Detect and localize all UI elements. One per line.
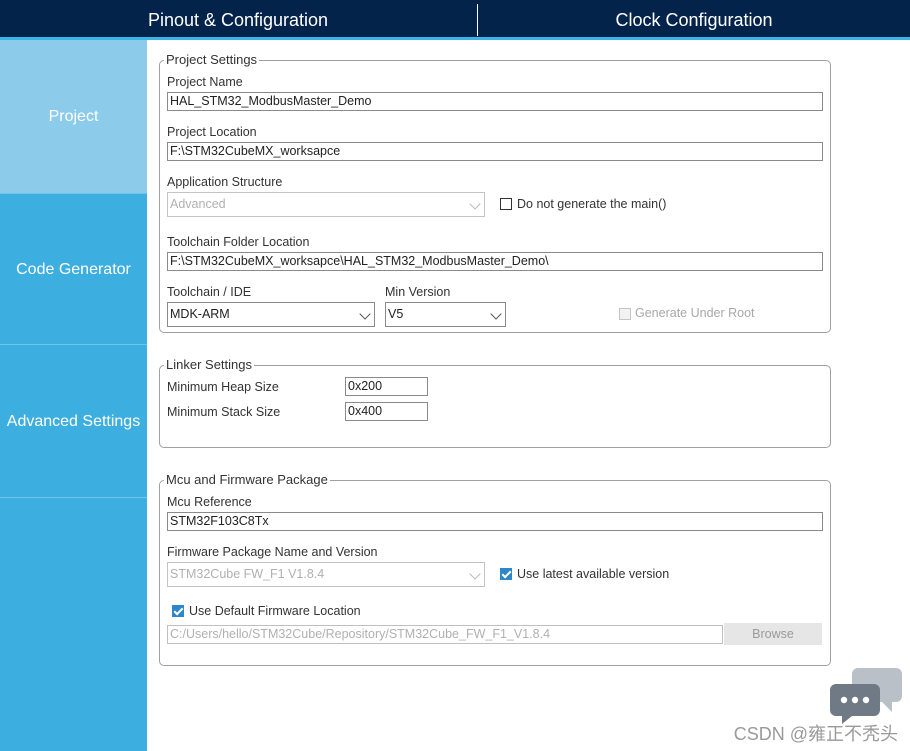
browse-button[interactable]: Browse: [724, 623, 822, 645]
use-latest-version-label: Use latest available version: [517, 567, 670, 581]
project-settings-group: Project Settings Project Name HAL_STM32_…: [159, 52, 831, 333]
chevron-down-icon: [359, 308, 371, 320]
tab-pinout-configuration[interactable]: Pinout & Configuration: [0, 4, 476, 36]
mcu-reference-label: Mcu Reference: [167, 495, 252, 509]
firmware-package-select[interactable]: STM32Cube FW_F1 V1.8.4: [167, 562, 485, 587]
project-location-label: Project Location: [167, 125, 257, 139]
group-legend: Linker Settings: [164, 357, 254, 372]
sidebar: Project Code Generator Advanced Settings: [0, 40, 147, 751]
top-tab-bar: Pinout & Configuration Clock Configurati…: [0, 0, 910, 40]
sidebar-item-code-generator[interactable]: Code Generator: [0, 194, 147, 345]
group-legend: Project Settings: [164, 52, 260, 67]
project-name-input[interactable]: HAL_STM32_ModbusMaster_Demo: [167, 92, 823, 111]
application-structure-select[interactable]: Advanced: [167, 192, 485, 217]
generate-under-root-checkbox[interactable]: [619, 308, 631, 320]
csdn-watermark: CSDN @雍正不秃头: [733, 724, 898, 744]
heap-size-label: Minimum Heap Size: [167, 380, 279, 394]
project-name-label: Project Name: [167, 75, 243, 89]
chevron-down-icon: [469, 568, 481, 580]
linker-settings-group: Linker Settings Minimum Heap Size 0x200 …: [159, 357, 831, 448]
sidebar-item-advanced-settings[interactable]: Advanced Settings: [0, 345, 147, 498]
application-structure-label: Application Structure: [167, 175, 283, 189]
chevron-down-icon: [469, 198, 481, 210]
mcu-firmware-group: Mcu and Firmware Package Mcu Reference S…: [159, 472, 831, 666]
toolchain-ide-value: MDK-ARM: [170, 307, 230, 321]
heap-size-input[interactable]: 0x200: [345, 377, 428, 396]
firmware-package-value: STM32Cube FW_F1 V1.8.4: [170, 567, 325, 581]
use-default-firmware-location-label: Use Default Firmware Location: [189, 604, 361, 618]
toolchain-ide-label: Toolchain / IDE: [167, 285, 252, 299]
min-version-value: V5: [388, 307, 404, 321]
sidebar-item-label: Project: [48, 108, 99, 125]
application-structure-value: Advanced: [170, 197, 226, 211]
toolchain-folder-input[interactable]: F:\STM32CubeMX_worksapce\HAL_STM32_Modbu…: [167, 252, 823, 271]
group-legend: Mcu and Firmware Package: [164, 472, 330, 487]
sidebar-item-label: Code Generator: [16, 261, 131, 278]
toolchain-ide-select[interactable]: MDK-ARM: [167, 302, 375, 327]
firmware-location-input[interactable]: C:/Users/hello/STM32Cube/Repository/STM3…: [167, 625, 723, 644]
project-location-input[interactable]: F:\STM32CubeMX_worksapce: [167, 142, 823, 161]
do-not-generate-main-checkbox[interactable]: [500, 198, 512, 210]
sidebar-item-label: Advanced Settings: [6, 413, 141, 430]
mcu-reference-input[interactable]: STM32F103C8Tx: [167, 512, 823, 531]
generate-under-root-label: Generate Under Root: [635, 306, 755, 320]
stack-size-label: Minimum Stack Size: [167, 405, 281, 419]
chat-bubble-icon[interactable]: [830, 666, 904, 724]
toolchain-folder-label: Toolchain Folder Location: [167, 235, 310, 249]
do-not-generate-main-label: Do not generate the main(): [517, 197, 667, 211]
chevron-down-icon: [490, 308, 502, 320]
stack-size-input[interactable]: 0x400: [345, 402, 428, 421]
firmware-package-label: Firmware Package Name and Version: [167, 545, 378, 559]
min-version-select[interactable]: V5: [385, 302, 506, 327]
tab-clock-configuration[interactable]: Clock Configuration: [477, 4, 910, 36]
use-default-firmware-location-checkbox[interactable]: [172, 605, 184, 617]
min-version-label: Min Version: [385, 285, 451, 299]
use-latest-version-checkbox[interactable]: [500, 568, 512, 580]
sidebar-item-project[interactable]: Project: [0, 40, 147, 194]
